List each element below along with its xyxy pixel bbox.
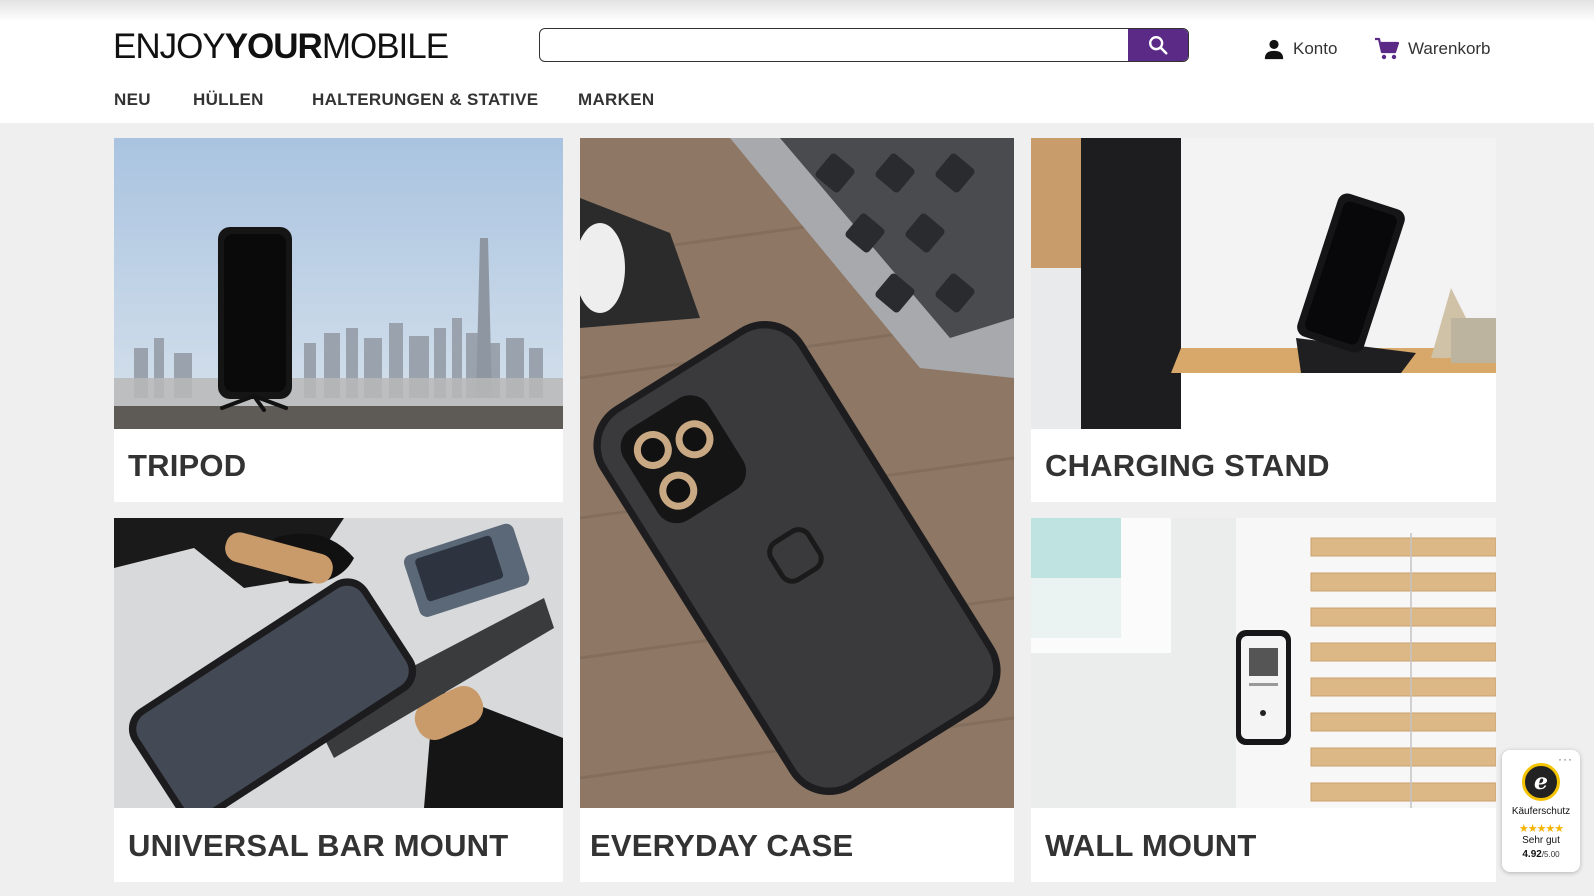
search-input[interactable] — [540, 29, 1128, 60]
cart-label: Warenkorb — [1408, 39, 1491, 58]
rating-text: Sehr gut — [1522, 835, 1560, 846]
charging-stand-image — [1031, 138, 1496, 429]
rating-score-max: /5.00 — [1541, 850, 1560, 859]
tripod-image — [114, 138, 563, 429]
cart-icon — [1375, 37, 1400, 60]
nav-item-halterungen-stative[interactable]: HALTERUNGEN & STATIVE — [312, 90, 538, 110]
logo-part-your: YOUR — [224, 27, 323, 66]
site-logo[interactable]: ENJOYYOURMOBILE — [113, 27, 449, 66]
seal-letter: e — [1534, 769, 1548, 795]
rating-score: 4.92/5.00 — [1502, 849, 1580, 860]
user-icon — [1264, 39, 1284, 60]
cart-link[interactable]: Warenkorb — [1374, 36, 1491, 62]
account-link[interactable]: Konto — [1263, 36, 1337, 62]
wall-mount-image — [1031, 518, 1496, 808]
category-tile-everyday-case[interactable]: EVERYDAY CASE — [580, 138, 1014, 882]
tile-label-wall-mount: WALL MOUNT — [1045, 828, 1257, 863]
tile-label-everyday-case: EVERYDAY CASE — [590, 828, 854, 863]
category-tile-wall-mount[interactable]: WALL MOUNT — [1031, 518, 1496, 882]
rating-score-value: 4.92 — [1522, 849, 1542, 860]
search-bar — [539, 28, 1189, 62]
trusted-shops-seal-icon: e — [1522, 763, 1560, 801]
category-tile-tripod[interactable]: TRIPOD — [114, 138, 563, 502]
nav-item-huellen[interactable]: HÜLLEN — [193, 90, 264, 110]
site-header: ENJOYYOURMOBILE Konto Warenkorb NEU HÜLL… — [0, 0, 1594, 123]
trust-badge[interactable]: ··· e Käuferschutz ★★★★★ Sehr gut 4.92/5… — [1502, 750, 1580, 872]
tile-label-tripod: TRIPOD — [128, 448, 247, 483]
rating-stars-icon: ★★★★★ — [1518, 823, 1564, 835]
logo-part-enjoy: ENJOY — [113, 27, 226, 66]
nav-item-marken[interactable]: MARKEN — [578, 90, 654, 110]
tile-label-universal-bar-mount: UNIVERSAL BAR MOUNT — [128, 828, 509, 863]
logo-part-mobile: MOBILE — [321, 27, 449, 66]
nav-item-neu[interactable]: NEU — [114, 90, 151, 110]
trust-badge-title: Käuferschutz — [1511, 806, 1571, 817]
trust-badge-menu-icon[interactable]: ··· — [1558, 752, 1573, 766]
search-button[interactable] — [1128, 29, 1188, 61]
category-tile-universal-bar-mount[interactable]: UNIVERSAL BAR MOUNT — [114, 518, 563, 882]
tile-label-charging-stand: CHARGING STAND — [1045, 448, 1330, 483]
bar-mount-image — [114, 518, 563, 808]
account-label: Konto — [1293, 39, 1338, 58]
everyday-case-image — [580, 138, 1014, 808]
search-icon — [1149, 36, 1168, 55]
category-tile-charging-stand[interactable]: CHARGING STAND — [1031, 138, 1496, 502]
